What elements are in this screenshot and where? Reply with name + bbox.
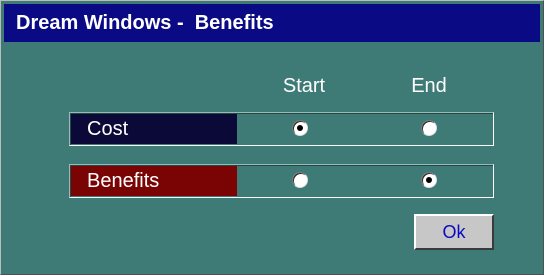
row-label-benefits: Benefits (71, 166, 237, 196)
row-cost: Cost (69, 112, 494, 146)
dialog-body: Start End Cost Benefits Ok (4, 42, 540, 270)
column-header-end: End (411, 75, 447, 97)
benefits-dialog: Dream Windows - Benefits Start End Cost … (0, 0, 544, 275)
benefits-end-radio[interactable] (421, 172, 437, 188)
cost-start-radio[interactable] (292, 120, 308, 136)
radio-dot (426, 177, 432, 183)
cost-end-radio[interactable] (421, 120, 437, 136)
row-label-cost: Cost (71, 114, 237, 144)
radio-dot (297, 125, 303, 131)
benefits-start-radio[interactable] (292, 172, 308, 188)
title-bar: Dream Windows - Benefits (4, 4, 540, 42)
column-header-start: Start (282, 75, 326, 97)
row-benefits: Benefits (69, 164, 494, 198)
ok-button[interactable]: Ok (414, 214, 494, 250)
